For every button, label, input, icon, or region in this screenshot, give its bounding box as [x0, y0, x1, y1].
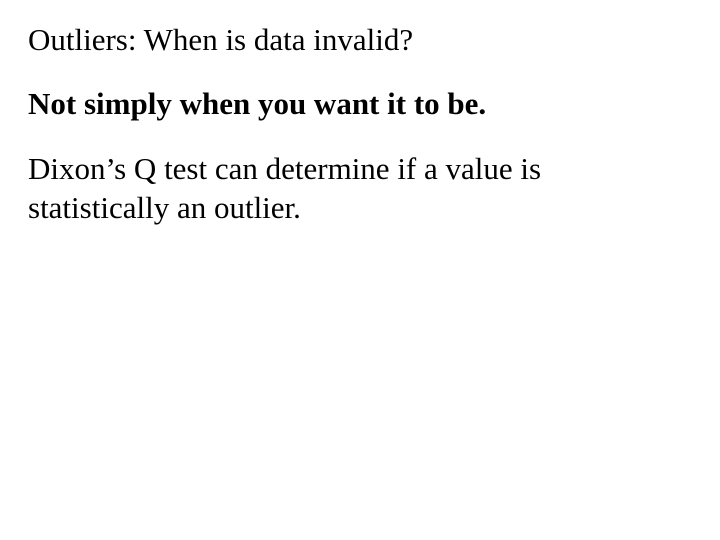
slide-title: Outliers: When is data invalid?: [28, 22, 692, 58]
slide-body: Dixon’s Q test can determine if a value …: [28, 150, 688, 228]
slide-emphasis: Not simply when you want it to be.: [28, 86, 692, 122]
